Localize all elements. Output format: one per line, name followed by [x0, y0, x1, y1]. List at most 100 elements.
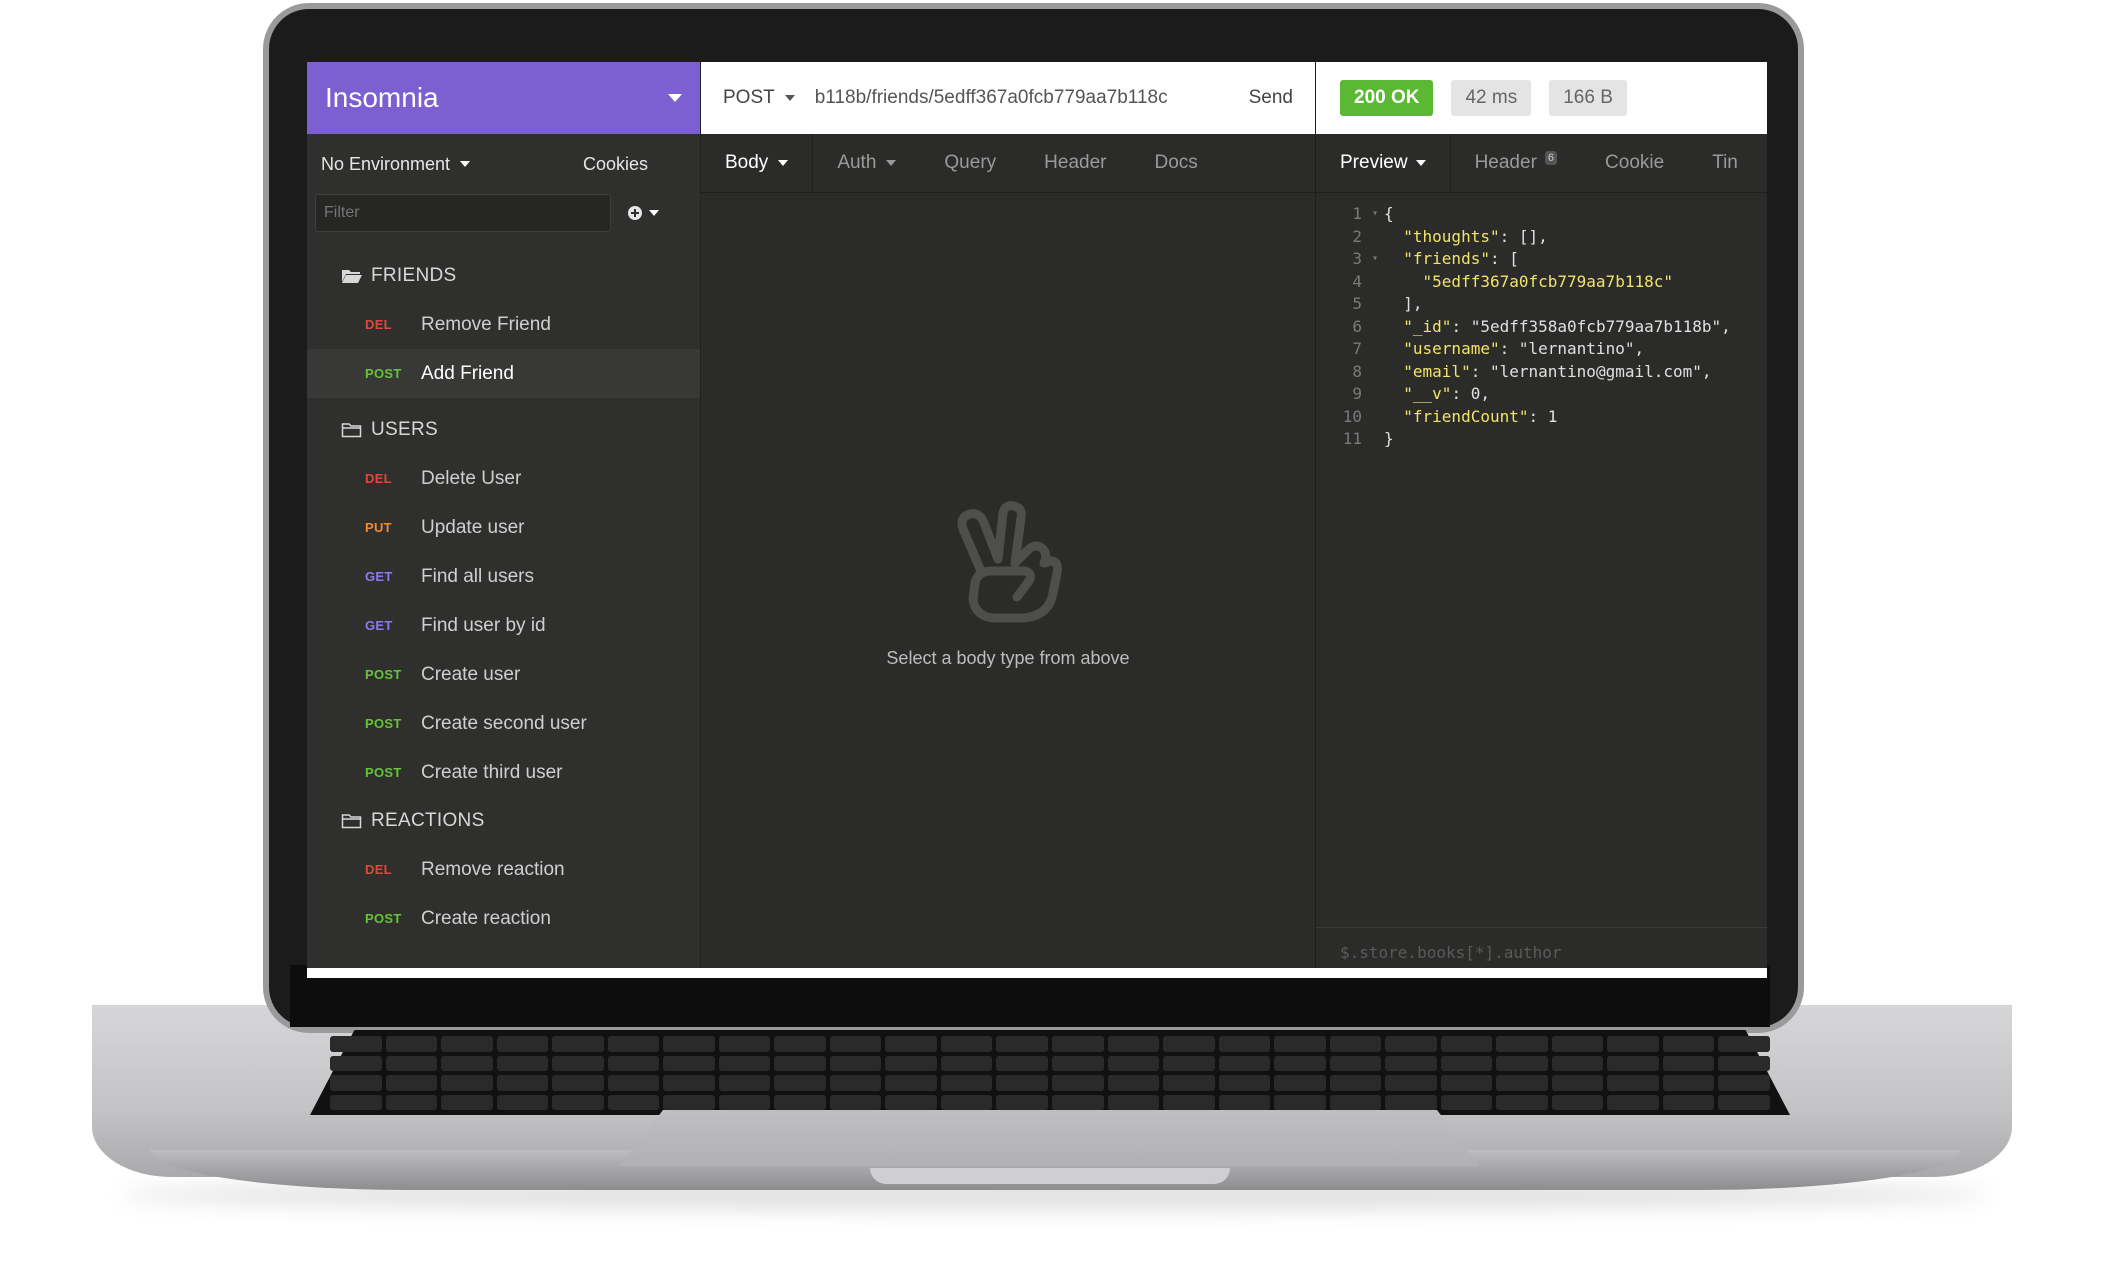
method-label: POST — [723, 87, 775, 108]
keyboard-key — [1662, 1075, 1715, 1091]
request-item[interactable]: DEL Remove Friend — [307, 300, 700, 349]
keyboard-key — [1718, 1094, 1770, 1110]
keyboard-key — [1607, 1055, 1659, 1071]
keyboard-key — [663, 1036, 715, 1052]
request-item[interactable]: POST Create reaction — [307, 894, 700, 943]
keyboard-key — [1218, 1036, 1271, 1052]
chevron-down-icon — [1415, 160, 1426, 166]
keyboard-key — [1662, 1094, 1715, 1110]
method-selector[interactable]: POST — [723, 87, 795, 109]
method-badge: POST — [365, 765, 402, 780]
keyboard-key — [385, 1055, 438, 1071]
keyboard-key — [441, 1075, 493, 1091]
tab-label: Preview — [1340, 152, 1408, 173]
code-text: { — [1384, 204, 1394, 223]
chevron-down-icon — [886, 160, 897, 166]
keyboard-key — [607, 1075, 660, 1091]
keyboard-key — [885, 1036, 937, 1052]
line-number: 6 — [1352, 316, 1362, 336]
keyboard-key — [1496, 1094, 1548, 1110]
keyboard-key — [330, 1055, 382, 1071]
empty-body-state: Select a body type from above — [701, 192, 1315, 977]
tab-query[interactable]: Query — [920, 134, 1020, 192]
keyboard-key — [663, 1055, 715, 1071]
keyboard-key — [1662, 1055, 1715, 1071]
keyboard-key — [718, 1036, 771, 1052]
request-item[interactable]: GET Find all users — [307, 552, 700, 601]
method-badge: POST — [365, 716, 402, 731]
cookies-button[interactable]: Cookies — [583, 154, 648, 175]
keyboard-key — [829, 1094, 882, 1110]
keyboard-key — [1274, 1094, 1326, 1110]
keyboard-key — [1551, 1055, 1604, 1071]
request-label: Find all users — [421, 565, 534, 587]
keyboard-key — [1496, 1036, 1548, 1052]
keyboard-key — [1385, 1075, 1437, 1091]
keyboard-key — [1385, 1036, 1437, 1052]
environment-selector[interactable]: No Environment — [321, 154, 471, 175]
request-item[interactable]: DEL Remove reaction — [307, 845, 700, 894]
screen-bottom-strip — [307, 968, 1767, 978]
method-badge: GET — [365, 618, 393, 633]
keyboard-key — [1718, 1075, 1770, 1091]
keyboard-key — [1163, 1055, 1215, 1071]
keyboard-key — [1163, 1094, 1215, 1110]
keyboard-key — [996, 1075, 1048, 1091]
add-menu-button[interactable] — [627, 205, 659, 221]
request-item[interactable]: POST Add Friend — [307, 349, 700, 398]
keyboard-key — [774, 1094, 826, 1110]
keyboard-keys — [330, 1036, 1770, 1110]
keyboard-key — [552, 1036, 604, 1052]
fold-toggle-icon[interactable]: ▾ — [1372, 203, 1384, 226]
request-item[interactable]: POST Create third user — [307, 748, 700, 797]
response-status-bar: 200 OK 42 ms 166 B — [1316, 62, 1767, 134]
request-item[interactable]: DEL Delete User — [307, 454, 700, 503]
fold-toggle-icon — [1372, 361, 1384, 384]
tab-docs[interactable]: Docs — [1130, 134, 1221, 192]
fold-toggle-icon — [1372, 338, 1384, 361]
code-line: 7 "username": "lernantino", — [1332, 338, 1767, 361]
keyboard-key — [330, 1094, 382, 1110]
tab-response-header[interactable]: Header 6 — [1451, 134, 1581, 192]
tab-cookie[interactable]: Cookie — [1581, 134, 1688, 192]
keyboard-key — [607, 1094, 660, 1110]
tab-auth[interactable]: Auth — [813, 134, 920, 192]
keyboard-key — [1385, 1094, 1437, 1110]
request-item[interactable]: POST Create second user — [307, 699, 700, 748]
tab-header[interactable]: Header — [1020, 134, 1130, 192]
peace-hand-icon — [957, 500, 1062, 622]
keyboard-key — [829, 1036, 882, 1052]
tab-timeline[interactable]: Tin — [1688, 134, 1762, 192]
keyboard-key — [1607, 1075, 1659, 1091]
keyboard-key — [552, 1075, 604, 1091]
response-tabs: Preview Header 6 Cookie Tin — [1316, 134, 1767, 193]
tab-preview[interactable]: Preview — [1316, 134, 1451, 192]
keyboard-key — [1274, 1075, 1326, 1091]
chevron-down-icon — [778, 160, 789, 166]
code-text: "_id": "5edff358a0fcb779aa7b118b", — [1403, 316, 1731, 336]
request-label: Create reaction — [421, 907, 551, 929]
tab-body[interactable]: Body — [701, 134, 814, 192]
filter-input[interactable] — [315, 194, 611, 232]
folder-icon — [341, 423, 362, 438]
folder-friends[interactable]: FRIENDS — [307, 252, 700, 300]
filter-row — [307, 194, 700, 232]
fold-toggle-icon[interactable]: ▾ — [1372, 248, 1384, 271]
request-tree: FRIENDS DEL Remove Friend POST Add Friend USE… — [307, 252, 700, 943]
request-item[interactable]: POST Create user — [307, 650, 700, 699]
workspace-header[interactable]: Insomnia — [307, 62, 700, 134]
request-item[interactable]: PUT Update user — [307, 503, 700, 552]
code-line: 8 "email": "lernantino@gmail.com", — [1332, 361, 1767, 384]
folder-reactions[interactable]: REACTIONS — [307, 797, 700, 845]
url-input[interactable]: b118b/friends/5edff367a0fcb779aa7b118c — [815, 87, 1237, 109]
folder-users[interactable]: USERS — [307, 406, 700, 454]
keyboard-key — [996, 1055, 1048, 1071]
request-label: Remove reaction — [421, 858, 565, 880]
fold-toggle-icon — [1372, 383, 1384, 406]
app-title: Insomnia — [325, 82, 439, 113]
send-button[interactable]: Send — [1249, 87, 1293, 109]
folder-label: REACTIONS — [371, 810, 485, 831]
keyboard-key — [1718, 1055, 1770, 1071]
chevron-down-icon — [460, 161, 471, 167]
request-item[interactable]: GET Find user by id — [307, 601, 700, 650]
